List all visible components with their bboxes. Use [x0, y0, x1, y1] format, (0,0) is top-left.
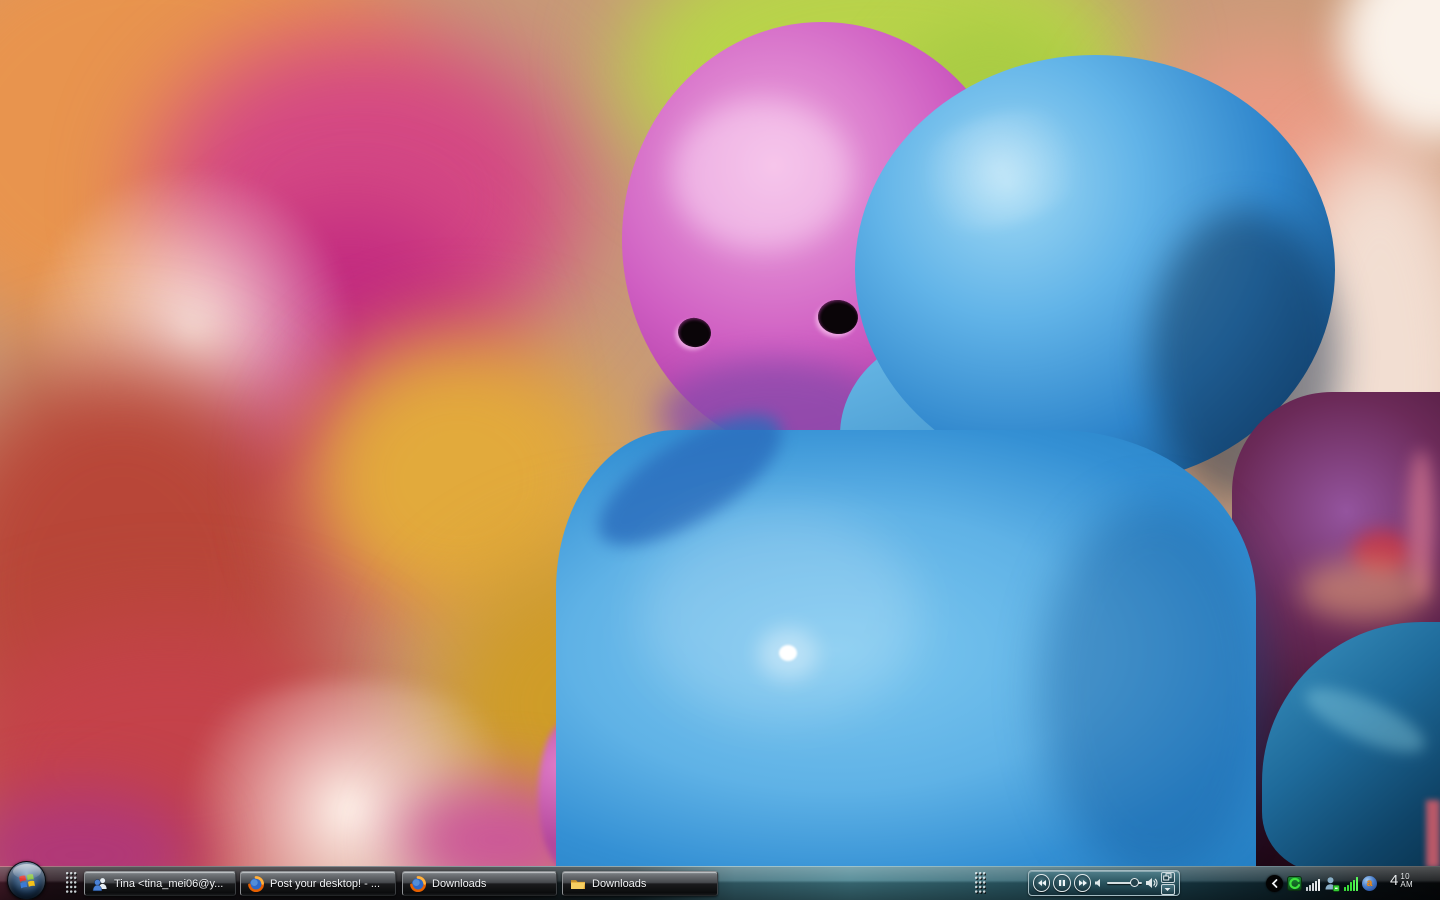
chevron-left-icon — [1271, 879, 1277, 888]
taskbar-button-label: Post your desktop! - ... — [270, 877, 381, 890]
purple-glass-warm-glow — [1300, 560, 1430, 620]
taskbar-button-downloads-folder[interactable]: Downloads — [562, 871, 718, 896]
taskbar-button-label: Downloads — [592, 877, 647, 890]
red-sliver-corner — [1426, 800, 1440, 868]
clock-minute-meridiem: 10 AM — [1400, 872, 1413, 889]
start-button[interactable] — [7, 861, 46, 900]
collapse-toolbar-button[interactable] — [1160, 883, 1175, 895]
media-toolbar-window-controls — [1160, 871, 1175, 895]
volume-slider[interactable] — [1107, 877, 1142, 889]
taskbar-button-firefox-downloads[interactable]: Downloads — [402, 871, 557, 896]
blue-body-specular-dot — [779, 645, 797, 661]
blue-a-letter: a — [1366, 878, 1373, 889]
chevron-down-icon — [1164, 887, 1171, 891]
media-player-toolbar — [1028, 870, 1180, 896]
mute-speaker-icon[interactable] — [1094, 878, 1104, 888]
loud-speaker-icon[interactable] — [1145, 877, 1158, 889]
taskbar-button-messenger[interactable]: Tina <tina_mei06@y... — [84, 871, 236, 896]
quick-launch-grip[interactable] — [66, 872, 77, 894]
firefox-icon — [248, 875, 264, 892]
taskbar: Tina <tina_mei06@y... Post your desktop!… — [0, 861, 1440, 900]
hidden-icons-chevron[interactable] — [1266, 875, 1283, 892]
next-track-button[interactable] — [1073, 874, 1092, 892]
start-orb-gloss — [13, 864, 41, 879]
desktop-wallpaper — [0, 0, 1440, 900]
pause-button[interactable] — [1053, 874, 1071, 892]
blue-a-tray-icon[interactable]: a — [1362, 876, 1377, 891]
blue-body-dark-right — [1040, 500, 1270, 880]
restore-player-button[interactable] — [1160, 871, 1175, 883]
green-swirl-tray-icon[interactable] — [1287, 876, 1302, 891]
taskbar-button-firefox-page[interactable]: Post your desktop! - ... — [240, 871, 396, 896]
system-tray: a — [1266, 871, 1377, 896]
media-toolbar-grip[interactable] — [975, 872, 986, 894]
messenger-icon — [92, 876, 108, 892]
volume-slider-thumb[interactable] — [1130, 878, 1140, 887]
signal-bars-white-tray-icon[interactable] — [1306, 877, 1320, 891]
clock-hour: 4 — [1390, 872, 1399, 889]
folder-icon — [570, 876, 586, 892]
desktop-screen: Tina <tina_mei06@y... Post your desktop!… — [0, 0, 1440, 900]
blue-body-sheen — [640, 510, 920, 720]
pause-icon — [1059, 880, 1066, 886]
previous-track-button[interactable] — [1033, 874, 1051, 892]
signal-bars-green-tray-icon[interactable] — [1344, 876, 1358, 891]
taskbar-button-label: Tina <tina_mei06@y... — [114, 877, 224, 890]
previous-icon — [1037, 880, 1046, 886]
taskbar-button-label: Downloads — [432, 877, 487, 890]
clock-meridiem: AM — [1400, 879, 1413, 889]
pink-head-highlight — [672, 100, 852, 250]
firefox-icon — [410, 875, 426, 892]
restore-icon — [1163, 873, 1172, 881]
next-icon — [1078, 880, 1087, 886]
tray-clock[interactable]: 4 10 AM — [1390, 872, 1413, 889]
contact-status-tray-icon[interactable] — [1324, 876, 1340, 892]
